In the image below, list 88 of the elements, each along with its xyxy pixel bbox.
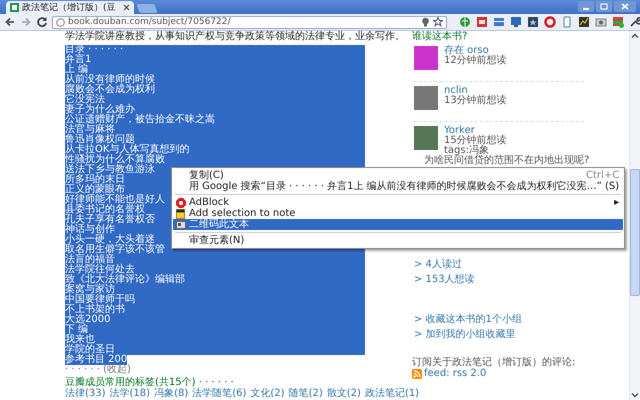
section-heading: 谁读这本书?	[412, 31, 468, 42]
tag-link[interactable]: 文化(2)	[250, 389, 285, 399]
toc-item: 取名用生僻字该不该管	[65, 245, 165, 255]
toc-item: 法学院往何处去	[65, 265, 135, 275]
toc-item: 县委书记的名誉权	[65, 205, 145, 215]
feed-link[interactable]: feed: rss 2.0	[424, 369, 486, 379]
toc-item: 它没宪法	[65, 95, 105, 105]
tag-link[interactable]: 随笔(2)	[288, 389, 323, 399]
sidebar-link[interactable]: > 收藏这本书的1个小组	[414, 315, 617, 325]
tag-link[interactable]: 法律(33)	[65, 389, 106, 399]
back-icon[interactable]	[4, 16, 16, 28]
menu-item[interactable]: 复制(C) Ctrl+C	[173, 170, 624, 181]
screen-icon[interactable]	[612, 16, 624, 28]
toc-item: 学院的圣日	[65, 345, 115, 355]
reader-status: 15分钟前想读	[444, 136, 508, 146]
toc-item: 小头一硬，大头着迷	[65, 235, 155, 245]
tags-heading: 豆瓣成员常用的标签(共15个) · · · · · ·	[65, 378, 235, 388]
author-intro: 学法学院讲座教授，从事知识产权与竞争政策等领域的法律专业，业余写作。	[65, 31, 405, 43]
toc-item: 不上书架的书	[65, 305, 125, 315]
toc-item: 致《北大法律评论》编辑部	[65, 275, 185, 285]
toc-item: 上 编	[65, 65, 88, 75]
toc-item: 案窝与家访	[65, 285, 115, 295]
reader-name[interactable]: Yorker	[444, 126, 590, 136]
maximize-icon[interactable]	[596, 1, 612, 12]
reader-name[interactable]: nclin	[444, 86, 507, 96]
tag-link[interactable]: 散文(2)	[326, 389, 361, 399]
sidebar-link[interactable]: > 153人想读	[414, 275, 617, 285]
browser-tab[interactable]: 政法笔记（增订版）(豆	[6, 1, 134, 14]
close-icon[interactable]	[123, 4, 130, 11]
ring-icon[interactable]	[544, 16, 556, 28]
scroll-down-icon[interactable]	[630, 390, 640, 400]
toc-item: 神话与创作	[65, 225, 115, 235]
tag-link[interactable]: 法学随笔(6)	[192, 389, 246, 399]
toc-item: 大选2000	[65, 315, 110, 325]
menu-item[interactable]: 二维码此文本	[173, 219, 624, 230]
window-icon[interactable]	[493, 16, 505, 28]
toc-item: 法盲的福音	[65, 255, 115, 265]
note-icon	[176, 208, 185, 218]
toc-item: 鲁迅肖像权问题	[65, 135, 135, 145]
rss-icon[interactable]	[412, 369, 422, 379]
toc-item: 从卡拉OK与人体写真想到的	[65, 145, 190, 155]
toc-item: 公证遗赠财产，被告拾金不昧之嵩	[65, 115, 215, 125]
sidebar-link[interactable]: > 加到我的小组收藏里	[414, 330, 617, 340]
lightbulb-icon[interactable]	[421, 17, 430, 27]
toc-item: 所多玛的末日	[65, 175, 125, 185]
star-icon[interactable]	[527, 16, 539, 28]
card-icon	[176, 220, 186, 228]
scrollbar-thumb[interactable]	[630, 169, 640, 296]
stop-sign-icon	[176, 198, 186, 208]
toc-item: 中国要律师干吗	[65, 295, 135, 305]
toc-item: 我来也	[65, 335, 95, 345]
reader-comment: 为啥民间借贷的范围不在内地出现呢?	[424, 156, 590, 166]
toc-item: 好律师能不能也是好人	[65, 195, 165, 205]
reader-status: 13分钟前想读	[444, 96, 507, 106]
toc-item: 从前没有律师的时候	[65, 75, 155, 85]
toc-item: 腐败会不会成为权利	[65, 85, 155, 95]
collapse-link[interactable]: · · · · · · (收起)	[65, 365, 131, 375]
document-icon[interactable]	[476, 16, 488, 28]
page-icon	[10, 3, 19, 12]
toc-item: 下 编	[65, 325, 88, 335]
menu-item[interactable]: Add selection to note	[173, 208, 624, 219]
wrench-icon[interactable]	[629, 16, 640, 28]
phone-icon[interactable]	[561, 16, 573, 28]
reload-icon[interactable]	[36, 16, 48, 28]
menu-item[interactable]: 审查元素(N)	[173, 235, 624, 246]
tag-link[interactable]: 法学(18)	[110, 389, 150, 399]
sidebar-link[interactable]: > 4人读过	[414, 260, 617, 270]
toc-item: 弁言1	[65, 55, 92, 65]
reader-status: 12分钟前想读	[444, 56, 507, 66]
menu-item[interactable]: AdBlock ▸	[173, 197, 624, 208]
menu-item[interactable]: 用 Google 搜索“目录 · · · · · · 弁言1上 编从前没有律师的时候腐败会不会成为权利它没宪…” (S)	[173, 181, 624, 192]
reader-name[interactable]: 存在 orso	[444, 46, 507, 56]
toc-item: 性骚扰为什么不算腐败	[65, 155, 165, 165]
tag-link[interactable]: 冯象(8)	[154, 389, 188, 399]
toc-item: 孔夫子享有名誉权否	[65, 215, 155, 225]
subscribe-label: 订阅关于政法笔记（增订版）的评论:	[412, 358, 576, 368]
camera-icon[interactable]	[595, 16, 607, 28]
tag-link[interactable]: 政法笔记(1)	[364, 389, 420, 399]
toc-item: 参考书目 200	[65, 355, 128, 365]
star-icon[interactable]	[433, 17, 443, 27]
monitor-icon[interactable]	[510, 16, 522, 28]
toc-item: 正义的蒙眼布	[65, 185, 125, 195]
toc-item: 妻子为什么难办	[65, 105, 135, 115]
reader-tags: tags:冯象	[444, 146, 590, 156]
chart-icon[interactable]	[578, 16, 590, 28]
address-bar[interactable]: book.douban.com/subject/7056722/	[52, 16, 447, 28]
toc-item: 法官与麻将	[65, 125, 115, 135]
toc-item: 送法下乡与教鱼游泳	[65, 165, 155, 175]
